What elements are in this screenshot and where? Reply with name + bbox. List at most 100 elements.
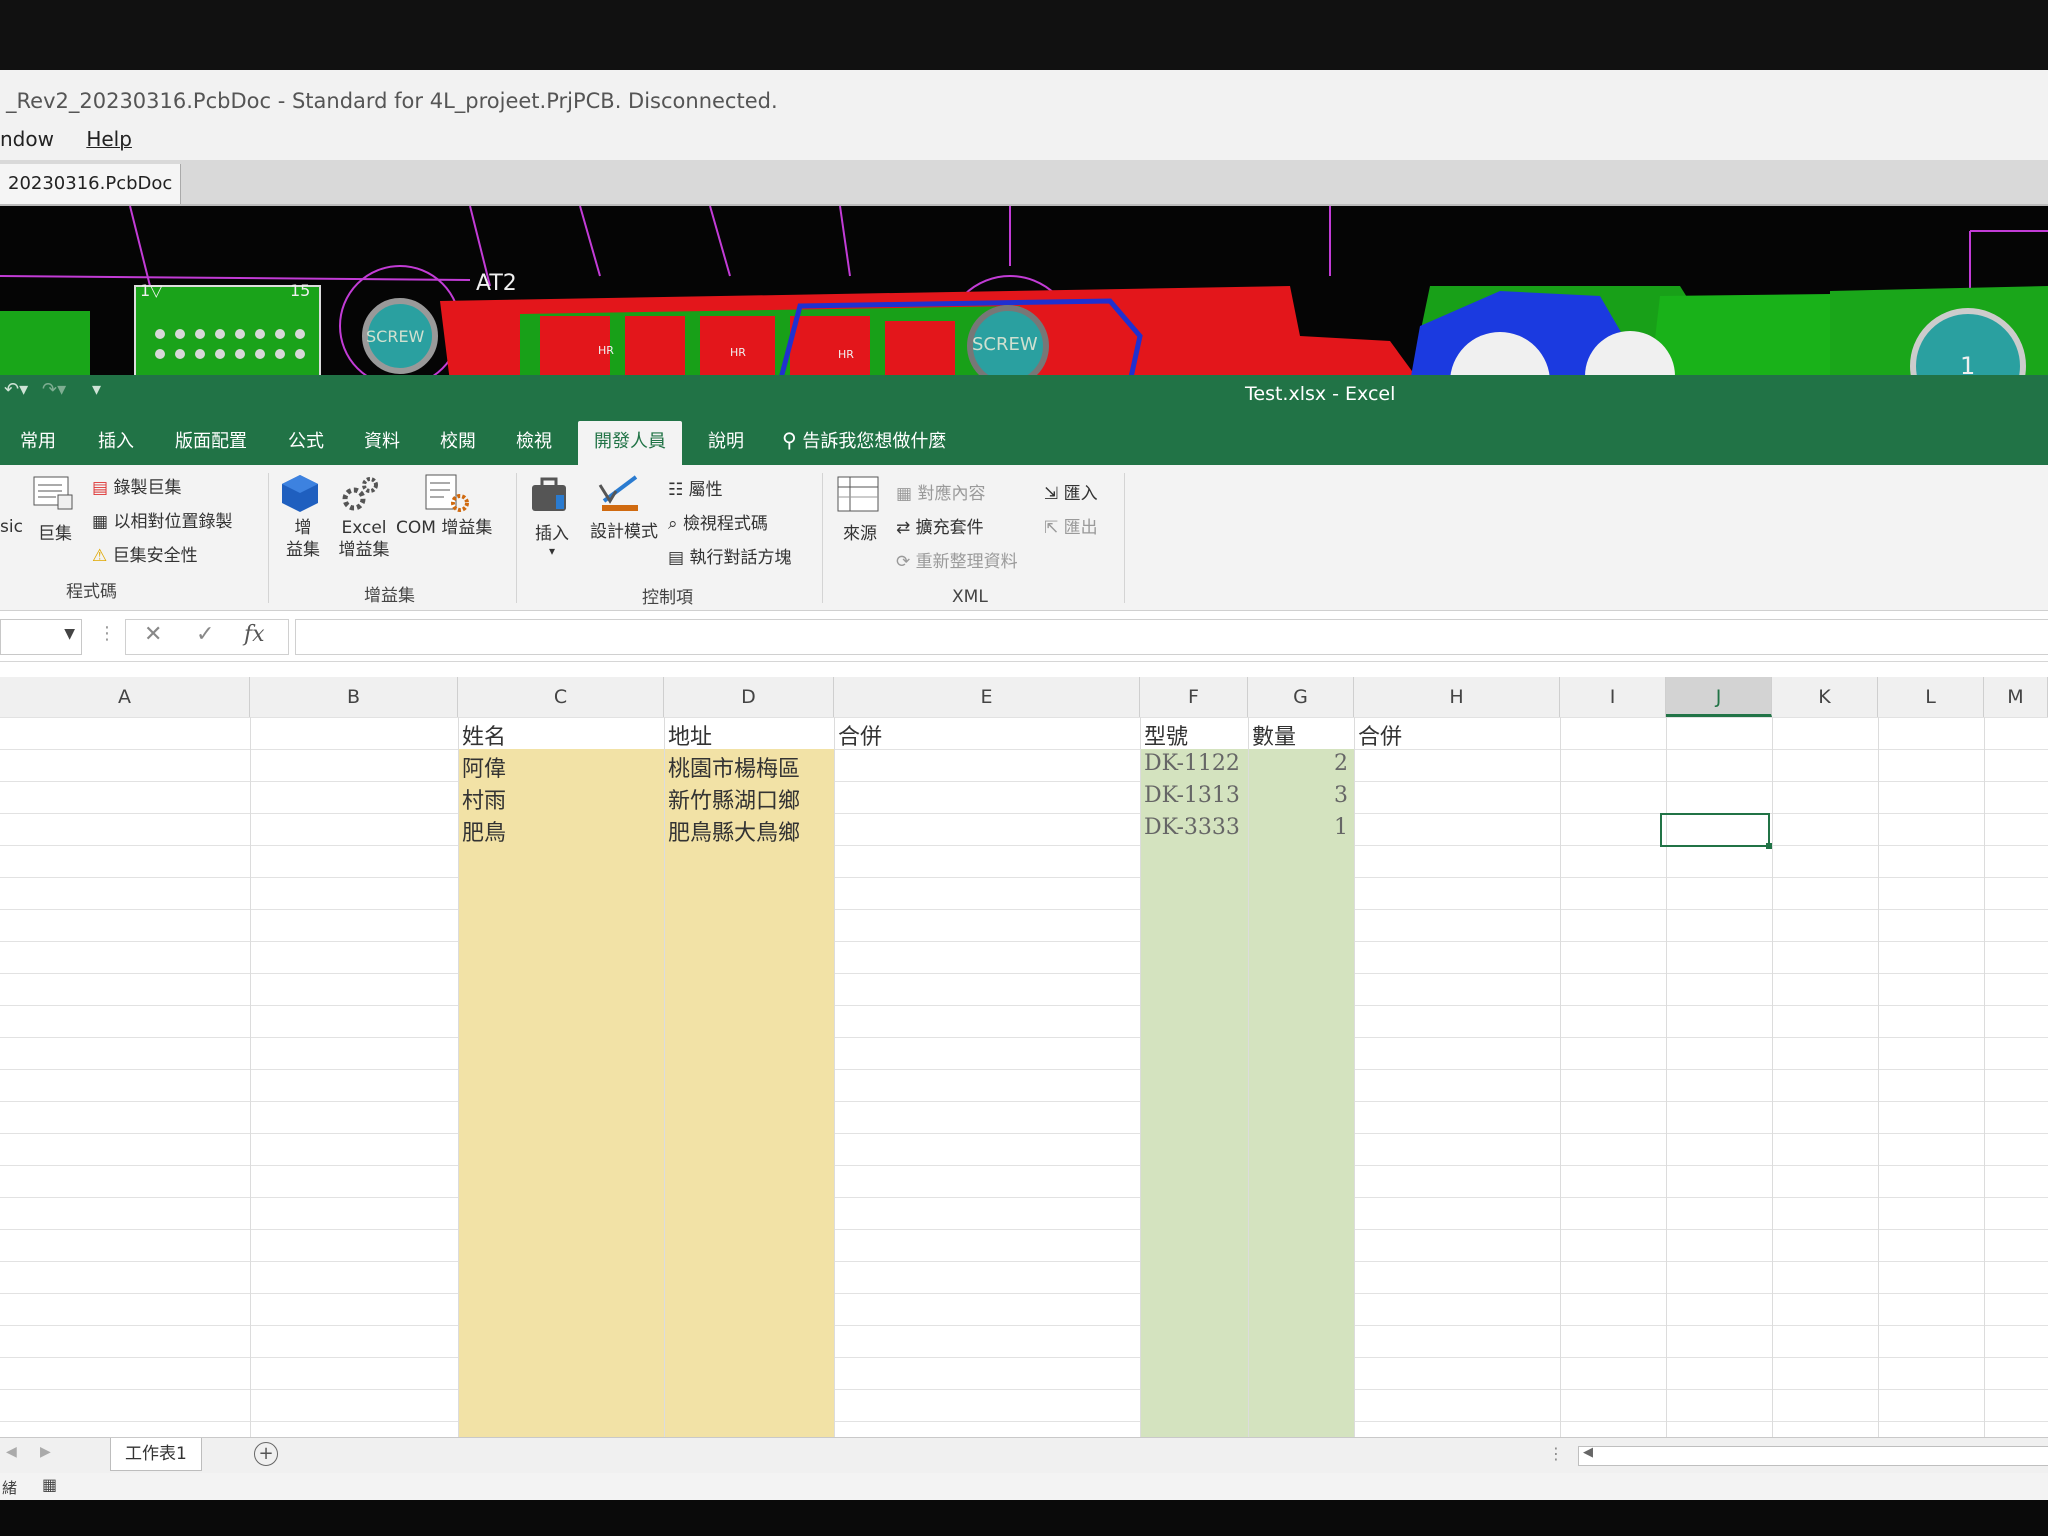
column-header-i[interactable]: I: [1560, 677, 1666, 717]
tab-home[interactable]: 常用: [20, 427, 56, 453]
cell-d4[interactable]: 肥鳥縣大鳥鄉: [668, 815, 800, 847]
tab-view[interactable]: 檢視: [516, 427, 552, 453]
column-header-k[interactable]: K: [1772, 677, 1878, 717]
column-header-j[interactable]: J: [1666, 677, 1772, 717]
scroll-sheets-left-icon[interactable]: ◀: [6, 1444, 17, 1460]
com-addins-icon: [425, 474, 469, 512]
cell-f1[interactable]: 型號: [1144, 719, 1188, 751]
altium-document-tabs: 20230316.PcbDoc: [0, 160, 2048, 206]
com-addins-button[interactable]: COM 增益集: [396, 473, 508, 539]
expansion-packs-button[interactable]: ⇄ 擴充套件: [896, 513, 984, 538]
run-dialog-button[interactable]: ▤ 執行對話方塊: [668, 543, 791, 568]
insert-control-label: 插入: [535, 524, 569, 544]
import-label: 匯入: [1063, 484, 1098, 504]
tab-help[interactable]: 說明: [708, 427, 744, 453]
split-grip-icon[interactable]: ⋮: [1548, 1444, 1564, 1463]
properties-button[interactable]: ☷ 屬性: [668, 475, 723, 500]
cell-f2[interactable]: DK-1122: [1144, 751, 1240, 776]
cell-g4[interactable]: 1: [1252, 815, 1348, 840]
formula-input[interactable]: [295, 619, 2048, 655]
column-header-a[interactable]: A: [0, 677, 250, 717]
column-header-m[interactable]: M: [1984, 677, 2048, 717]
tab-review[interactable]: 校閱: [440, 427, 476, 453]
menu-help[interactable]: Help: [86, 127, 132, 151]
pcb-label-hr-2: HR: [730, 346, 746, 359]
cell-g2[interactable]: 2: [1252, 751, 1348, 776]
cell-d3[interactable]: 新竹縣湖口鄉: [668, 783, 800, 815]
cell-c3[interactable]: 村雨: [462, 783, 506, 815]
toolbox-icon: [532, 477, 566, 511]
cell-d2[interactable]: 桃園市楊梅區: [668, 751, 800, 783]
addins-label: 增 益集: [286, 518, 320, 560]
sheet-tab-1[interactable]: 工作表1: [110, 1438, 202, 1471]
design-mode-icon: [598, 475, 638, 511]
cell-f3[interactable]: DK-1313: [1144, 783, 1240, 808]
add-sheet-button[interactable]: +: [254, 1442, 278, 1466]
map-properties-button[interactable]: ▦ 對應內容: [896, 479, 985, 504]
status-bar: 緒 ▦: [0, 1473, 2048, 1500]
insert-function-icon[interactable]: fx: [244, 622, 265, 647]
design-mode-button[interactable]: 設計模式: [586, 471, 662, 542]
ribbon-separator: [516, 473, 517, 603]
gridline: [250, 717, 251, 1437]
scroll-sheets-right-icon[interactable]: ▶: [40, 1444, 51, 1460]
name-box[interactable]: ▼: [0, 619, 82, 655]
active-cell-j4[interactable]: [1660, 813, 1772, 849]
tab-page-layout[interactable]: 版面配置: [175, 427, 247, 453]
cell-d1[interactable]: 地址: [668, 719, 712, 751]
cell-c4[interactable]: 肥鳥: [462, 815, 506, 847]
refresh-data-button[interactable]: ⟳ 重新整理資料: [896, 547, 1018, 572]
column-header-g[interactable]: G: [1248, 677, 1354, 717]
xml-import-button[interactable]: ⇲ 匯入: [1044, 479, 1098, 504]
record-macro-button[interactable]: ▤ 錄製巨集: [92, 473, 181, 498]
cell-f4[interactable]: DK-3333: [1144, 815, 1240, 840]
relative-references-button[interactable]: ▦ 以相對位置錄製: [92, 507, 232, 532]
excel-addins-button[interactable]: Excel 增益集: [338, 473, 390, 561]
fill-handle[interactable]: [1766, 843, 1772, 849]
menu-window[interactable]: ndow: [0, 127, 54, 151]
tell-me-box[interactable]: ⚲ 告訴我您想做什麼: [782, 427, 946, 453]
column-header-b[interactable]: B: [250, 677, 458, 717]
customize-qat-icon[interactable]: ▾: [92, 379, 101, 400]
cell-c1[interactable]: 姓名: [462, 719, 506, 751]
name-box-dropdown-icon[interactable]: ▼: [64, 626, 75, 642]
cancel-icon[interactable]: ✕: [144, 622, 162, 647]
macros-button[interactable]: 巨集: [32, 473, 76, 544]
redo-icon[interactable]: ↷▾: [42, 379, 66, 400]
cell-h1[interactable]: 合併: [1358, 719, 1402, 751]
xml-source-button[interactable]: 來源: [836, 475, 884, 544]
pcb-label-hr-1: HR: [598, 344, 614, 357]
horizontal-scrollbar[interactable]: ◀: [1578, 1445, 2048, 1466]
properties-icon: ☷: [668, 480, 684, 500]
macro-record-status-icon[interactable]: ▦: [42, 1475, 57, 1494]
altium-doc-tab[interactable]: 20230316.PcbDoc: [0, 164, 182, 204]
xml-export-button[interactable]: ⇱ 匯出: [1044, 513, 1098, 538]
tab-insert[interactable]: 插入: [98, 427, 134, 453]
tab-developer[interactable]: 開發人員: [578, 421, 682, 469]
cell-c2[interactable]: 阿偉: [462, 751, 506, 783]
insert-control-button[interactable]: 插入 ▾: [528, 475, 576, 558]
gridline: [664, 717, 665, 1437]
column-header-f[interactable]: F: [1140, 677, 1248, 717]
macro-security-button[interactable]: ⚠ 巨集安全性: [92, 541, 198, 566]
tab-data[interactable]: 資料: [364, 427, 400, 453]
scroll-left-icon[interactable]: ◀: [1583, 1445, 1593, 1460]
enter-icon[interactable]: ✓: [196, 622, 214, 647]
column-header-h[interactable]: H: [1354, 677, 1560, 717]
column-header-e[interactable]: E: [834, 677, 1140, 717]
column-header-l[interactable]: L: [1878, 677, 1984, 717]
column-header-c[interactable]: C: [458, 677, 664, 717]
view-code-icon: ⌕: [668, 514, 678, 534]
cell-grid[interactable]: 姓名 地址 合併 型號 數量 合併 阿偉 桃園市楊梅區 DK-1122 2 村雨…: [0, 717, 2048, 1437]
column-header-d[interactable]: D: [664, 677, 834, 717]
visual-basic-button[interactable]: sic: [0, 517, 23, 537]
cell-e1[interactable]: 合併: [838, 719, 882, 751]
addins-button[interactable]: 增 益集: [280, 473, 326, 561]
view-code-button[interactable]: ⌕ 檢視程式碼: [668, 509, 768, 534]
cell-g1[interactable]: 數量: [1252, 719, 1296, 751]
run-dialog-label: 執行對話方塊: [689, 548, 792, 568]
pcb-canvas[interactable]: 1▽ 15 AT2 SCREW SCREW HR HR HR 1: [0, 206, 2048, 382]
cell-g3[interactable]: 3: [1252, 783, 1348, 808]
undo-icon[interactable]: ↶▾: [4, 379, 28, 400]
tab-formulas[interactable]: 公式: [288, 427, 324, 453]
